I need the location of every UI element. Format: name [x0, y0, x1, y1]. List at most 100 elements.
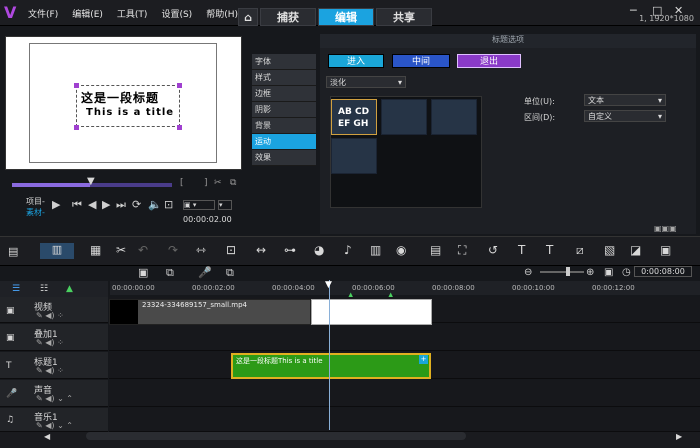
mark-out-icon[interactable]: ]	[204, 178, 208, 188]
add-track-icon[interactable]: ▦	[90, 243, 101, 257]
home-start-icon[interactable]: ⏮	[72, 198, 82, 212]
resize-handle[interactable]	[177, 125, 182, 130]
track-controls[interactable]: ✎ ◀) ⌄ ⌃	[36, 421, 73, 430]
menu-settings[interactable]: 设置(S)	[161, 7, 192, 20]
track-header-video[interactable]: ▣ 视频 ✎ ◀) ⁘	[0, 297, 108, 323]
track-controls[interactable]: ✎ ◀) ⁘	[36, 338, 64, 347]
menu-edit[interactable]: 编辑(E)	[72, 7, 103, 20]
capture-icon[interactable]: ▣	[138, 266, 148, 279]
mask-icon[interactable]: ◉	[396, 243, 406, 257]
resize-handle[interactable]	[74, 83, 79, 88]
interval-dropdown[interactable]: 自定义 ▾	[584, 110, 666, 122]
track-header-title[interactable]: T 标题1 ✎ ◀) ⁘	[0, 352, 108, 379]
sidebar-item-background[interactable]: 背景	[252, 118, 316, 134]
effect-dropdown[interactable]: 淡化 ▾	[326, 76, 406, 88]
ripple-icon[interactable]: ↺	[488, 243, 498, 257]
zoom-out-icon[interactable]: ⊖	[524, 267, 532, 278]
preview-timecode[interactable]: 00:00:02.00	[183, 215, 232, 224]
resize-handle[interactable]	[177, 83, 182, 88]
tab-capture[interactable]: 捕获	[260, 8, 316, 26]
tab-share[interactable]: 共享	[376, 8, 432, 26]
zoom-slider-handle[interactable]	[566, 267, 570, 276]
redo-icon[interactable]: ↷	[168, 243, 178, 257]
preview-title-cn[interactable]: 这是一段标题	[81, 89, 159, 106]
enlarge-icon[interactable]: ⧉	[230, 178, 236, 188]
timeline-timecode[interactable]: 0:00:08:00	[634, 266, 692, 277]
timeline-scrollbar[interactable]	[86, 432, 466, 440]
unit-dropdown[interactable]: 文本 ▾	[584, 94, 666, 106]
storyboard-view-icon[interactable]: ▤	[8, 245, 18, 258]
3d-title-icon[interactable]: T	[546, 243, 553, 257]
menu-tools[interactable]: 工具(T)	[117, 7, 148, 20]
repeat-icon[interactable]: ⟳	[132, 198, 141, 211]
enter-button[interactable]: 进入	[328, 54, 384, 68]
sidebar-item-font[interactable]: 字体	[252, 54, 316, 70]
sidebar-item-shadow[interactable]: 阴影	[252, 102, 316, 118]
overlay-track[interactable]	[109, 324, 700, 351]
voiceover-icon[interactable]: 🎤	[198, 266, 212, 279]
track-controls[interactable]: ✎ ◀) ⁘	[36, 311, 64, 320]
sidebar-item-border[interactable]: 边框	[252, 86, 316, 102]
color-icon[interactable]: ◕	[314, 243, 324, 257]
tools-icon[interactable]: ✂	[116, 243, 126, 257]
motion-track-icon[interactable]: ⛶	[458, 243, 466, 258]
sidebar-item-motion[interactable]: 运动	[252, 134, 316, 150]
zoom-in-icon[interactable]: ⊕	[586, 267, 594, 278]
menu-file[interactable]: 文件(F)	[28, 7, 58, 20]
preset-thumb[interactable]	[431, 99, 477, 135]
preview-title-en[interactable]: This is a title	[86, 107, 174, 118]
clip-label[interactable]: 素材-	[26, 207, 45, 218]
zoom-slider[interactable]	[540, 271, 584, 273]
track-header-voice[interactable]: 🎤 声音 ✎ ◀) ⌄ ⌃	[0, 380, 108, 407]
voice-track[interactable]	[109, 380, 700, 407]
fit-icon[interactable]: ⊡	[164, 198, 173, 211]
video-clip[interactable]: 23324-334689157_small.mp4	[109, 299, 311, 325]
record-icon[interactable]: ▣	[660, 243, 671, 257]
multi-trim-icon[interactable]: ▥	[370, 243, 381, 257]
track-header-overlay[interactable]: ▣ 叠加1 ✎ ◀) ⁘	[0, 324, 108, 351]
aspect-dropdown[interactable]: ▣ ▾	[183, 200, 215, 210]
tab-edit[interactable]: 编辑	[318, 8, 374, 26]
volume-icon[interactable]: 🔈	[148, 198, 162, 211]
auto-music-icon[interactable]: ⧉	[226, 266, 234, 280]
subtitle-icon[interactable]: T	[518, 243, 525, 257]
scrubber-handle[interactable]: ▼	[87, 176, 95, 187]
trim-icon[interactable]: ⇿	[196, 243, 206, 257]
paint-icon[interactable]: ▧	[604, 243, 615, 257]
panel-layout-icons[interactable]: ▣▣▣	[654, 224, 677, 233]
exit-button[interactable]: 退出	[457, 54, 521, 68]
sidebar-item-style[interactable]: 样式	[252, 70, 316, 86]
split-icon[interactable]: ✂	[214, 178, 222, 188]
menu-help[interactable]: 帮助(H)	[206, 7, 238, 20]
play-icon[interactable]: ▶	[52, 198, 60, 211]
clip-expand-icon[interactable]: +	[419, 355, 428, 364]
music-track[interactable]	[109, 408, 700, 432]
ratio-dropdown[interactable]: ▾	[218, 200, 232, 210]
preset-thumb[interactable]	[331, 138, 377, 174]
preview-window[interactable]: 这是一段标题 This is a title	[5, 36, 242, 170]
sidebar-item-effect[interactable]: 效果	[252, 150, 316, 166]
middle-button[interactable]: 中间	[392, 54, 450, 68]
scroll-left-icon[interactable]: ◀	[44, 432, 50, 441]
timeline-view-icon[interactable]: ▥	[40, 243, 74, 259]
undo-icon[interactable]: ↶	[138, 243, 148, 257]
mark-in-icon[interactable]: [	[180, 178, 184, 188]
crop-icon[interactable]: ⊡	[226, 243, 236, 257]
screen-record-icon[interactable]: ⧉	[166, 266, 174, 280]
track-list-icon[interactable]: ☷	[40, 284, 48, 294]
preset-thumb[interactable]: AB CD EF GH	[331, 99, 377, 135]
track-controls[interactable]: ✎ ◀) ⁘	[36, 366, 64, 375]
motion-path-icon[interactable]: ⊶	[284, 243, 296, 257]
project-label[interactable]: 项目-	[26, 196, 45, 207]
preset-thumb[interactable]	[381, 99, 427, 135]
track-controls[interactable]: ✎ ◀) ⌄ ⌃	[36, 394, 73, 403]
fit-track-icon[interactable]: ↔	[256, 243, 266, 257]
minimize-icon[interactable]: ─	[630, 4, 637, 17]
prev-frame-icon[interactable]: ◀	[88, 198, 96, 211]
home-icon[interactable]: ⌂	[238, 8, 258, 26]
next-frame-icon[interactable]: ▶	[102, 198, 110, 211]
playhead-line[interactable]	[329, 280, 330, 430]
scroll-right-icon[interactable]: ▶	[676, 432, 682, 441]
end-icon[interactable]: ⏭	[116, 198, 126, 212]
fit-project-icon[interactable]: ▣	[604, 267, 613, 278]
